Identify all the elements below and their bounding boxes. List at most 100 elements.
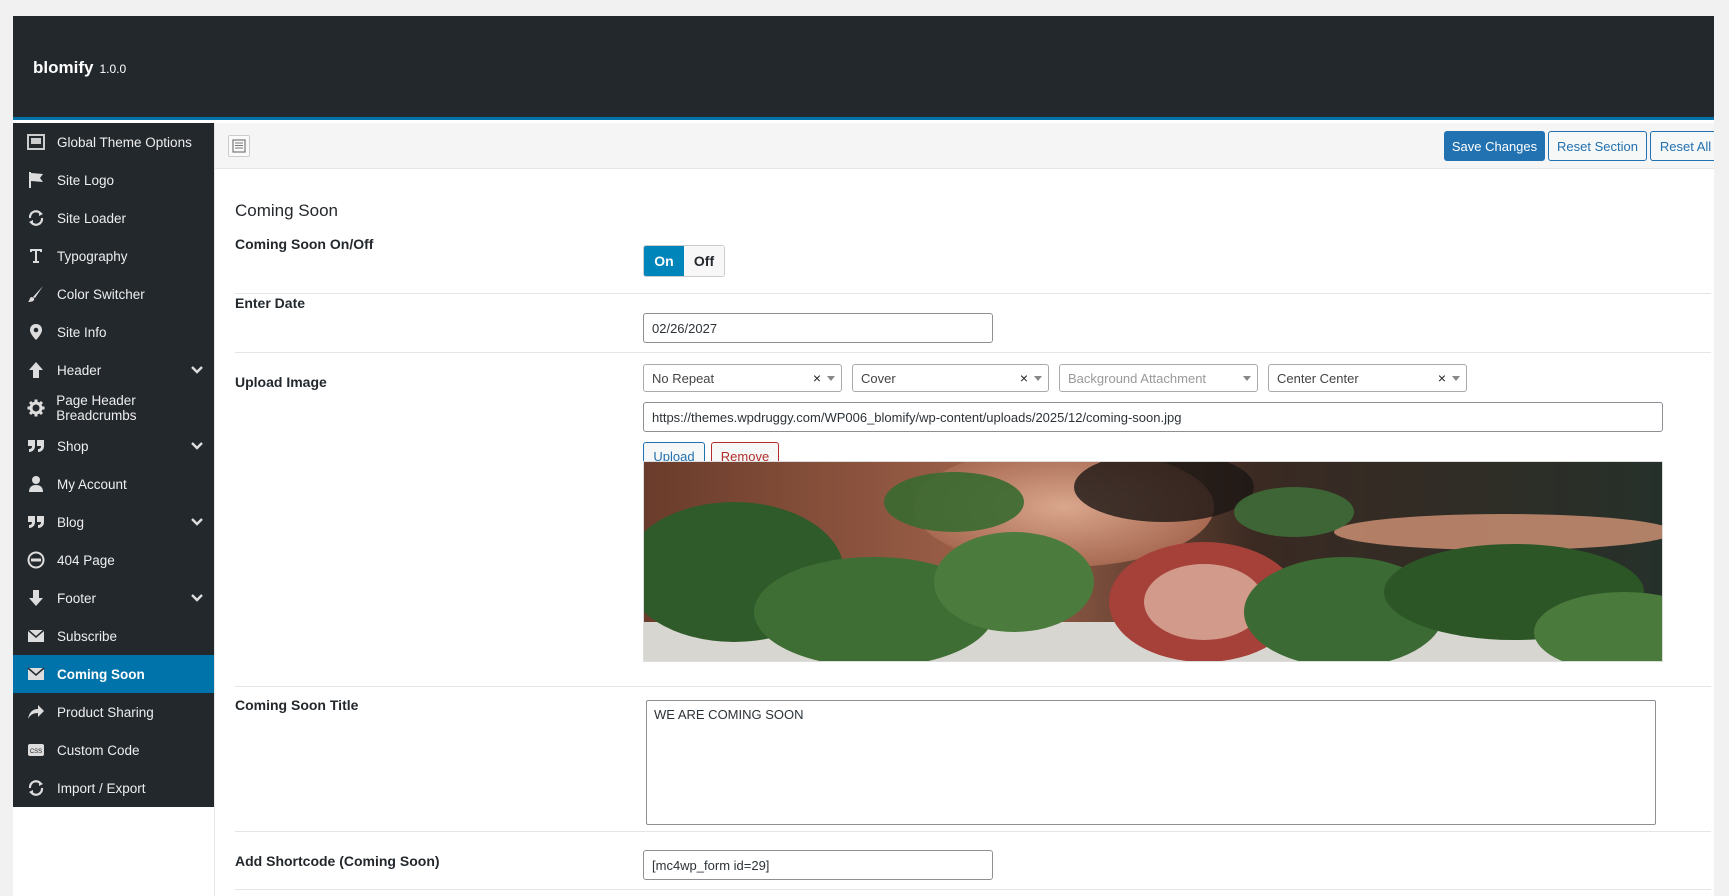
sidebar-item-import-export[interactable]: Import / Export [13, 769, 214, 807]
arrow-up-icon [25, 359, 47, 381]
sidebar-item-custom-code[interactable]: CSS Custom Code [13, 731, 214, 769]
title-label: Coming Soon Title [235, 697, 359, 713]
coming-soon-title-textarea[interactable]: WE ARE COMING SOON [646, 700, 1656, 825]
sidebar-item-page-header-breadcrumbs[interactable]: Page Header Breadcrumbs [13, 389, 214, 427]
share-icon [25, 701, 47, 723]
sidebar-item-label: Custom Code [57, 742, 140, 758]
section-title: Coming Soon [235, 201, 339, 220]
sidebar-item-404-page[interactable]: 404 Page [13, 541, 214, 579]
shortcode-input[interactable]: [mc4wp_form id=29] [643, 850, 993, 880]
sidebar-item-label: Site Logo [57, 172, 115, 188]
sidebar-item-label: Blog [57, 514, 85, 530]
sidebar-item-label: Subscribe [57, 628, 118, 644]
gear-icon [25, 397, 46, 419]
dropdown-arrow-icon [1243, 376, 1251, 381]
size-select[interactable]: Cover × [852, 364, 1049, 392]
minus-circle-icon [25, 549, 47, 571]
layout-icon [25, 131, 47, 153]
sidebar-item-coming-soon[interactable]: Coming Soon [13, 655, 214, 693]
chevron-down-icon[interactable] [190, 363, 204, 378]
css-icon: CSS [25, 739, 47, 761]
envelope-icon [25, 625, 47, 647]
sidebar-item-subscribe[interactable]: Subscribe [13, 617, 214, 655]
coming-soon-image [644, 462, 1662, 661]
attachment-placeholder: Background Attachment [1068, 370, 1207, 386]
position-value: Center Center [1277, 370, 1359, 386]
divider [235, 352, 1711, 353]
sidebar-item-typography[interactable]: Typography [13, 237, 214, 275]
repeat-select[interactable]: No Repeat × [643, 364, 842, 392]
chevron-down-icon[interactable] [190, 591, 204, 606]
dropdown-arrow-icon [1452, 376, 1460, 381]
size-value: Cover [861, 370, 896, 386]
sidebar-item-label: Footer [57, 590, 97, 606]
sidebar-item-label: Site Loader [57, 210, 127, 226]
quote-icon [25, 435, 47, 457]
refresh-icon [25, 777, 47, 799]
sidebar-item-label: 404 Page [57, 552, 115, 568]
image-preview [643, 461, 1663, 662]
position-select[interactable]: Center Center × [1268, 364, 1467, 392]
text-icon [25, 245, 47, 267]
attachment-select[interactable]: Background Attachment [1059, 364, 1258, 392]
brush-icon [25, 283, 47, 305]
sidebar-item-header[interactable]: Header [13, 351, 214, 389]
sidebar-item-label: Color Switcher [57, 286, 145, 302]
sidebar-item-label: Product Sharing [57, 704, 154, 720]
brand: blomify 1.0.0 [33, 58, 126, 78]
sidebar-item-color-switcher[interactable]: Color Switcher [13, 275, 214, 313]
sidebar-item-global-theme-options[interactable]: Global Theme Options [13, 123, 214, 161]
envelope-icon [25, 663, 47, 685]
sidebar-item-product-sharing[interactable]: Product Sharing [13, 693, 214, 731]
clear-icon[interactable]: × [1020, 370, 1028, 386]
sidebar-item-label: Site Info [57, 324, 107, 340]
quote-icon [25, 511, 47, 533]
topbar: blomify 1.0.0 [13, 16, 1714, 120]
refresh-icon [25, 207, 47, 229]
main-content: Save Changes Reset Section Reset All Com… [214, 123, 1714, 896]
location-pin-icon [25, 321, 47, 343]
clear-icon[interactable]: × [813, 370, 821, 386]
sidebar-item-footer[interactable]: Footer [13, 579, 214, 617]
reset-all-button[interactable]: Reset All [1650, 131, 1714, 161]
arrow-down-icon [25, 587, 47, 609]
sidebar-item-shop[interactable]: Shop [13, 427, 214, 465]
sidebar-item-label: Shop [57, 438, 89, 454]
sidebar-item-site-loader[interactable]: Site Loader [13, 199, 214, 237]
divider [235, 293, 1711, 294]
toggle-off-button[interactable]: Off [684, 246, 724, 276]
sidebar-item-label: Import / Export [57, 780, 146, 796]
sidebar-item-label: Page Header Breadcrumbs [56, 393, 137, 423]
toggle-label: Coming Soon On/Off [235, 236, 374, 252]
sidebar-item-label: Global Theme Options [57, 134, 192, 150]
date-label: Enter Date [235, 295, 306, 311]
flag-icon [25, 169, 47, 191]
sidebar-item-site-logo[interactable]: Site Logo [13, 161, 214, 199]
expand-options-button[interactable] [228, 135, 250, 157]
save-changes-button[interactable]: Save Changes [1444, 131, 1545, 161]
toggle-on-button[interactable]: On [644, 246, 684, 276]
sidebar-item-site-info[interactable]: Site Info [13, 313, 214, 351]
chevron-down-icon[interactable] [190, 515, 204, 530]
sidebar-item-label: Header [57, 362, 102, 378]
app-version: 1.0.0 [99, 62, 127, 76]
toolbar: Save Changes Reset Section Reset All [215, 123, 1714, 169]
list-icon [232, 139, 246, 153]
dropdown-arrow-icon [827, 376, 835, 381]
coming-soon-toggle[interactable]: On Off [643, 245, 725, 277]
divider [235, 831, 1711, 832]
app-name: blomify [33, 58, 94, 77]
image-url-input[interactable]: https://themes.wpdruggy.com/WP006_blomif… [643, 402, 1663, 432]
reset-section-button[interactable]: Reset Section [1548, 131, 1647, 161]
clear-icon[interactable]: × [1438, 370, 1446, 386]
sidebar-item-label: My Account [57, 476, 127, 492]
divider [235, 889, 1711, 890]
divider [235, 686, 1711, 687]
chevron-down-icon[interactable] [190, 439, 204, 454]
shortcode-label: Add Shortcode (Coming Soon) [235, 853, 440, 869]
sidebar-item-label: Coming Soon [57, 666, 145, 682]
sidebar: Global Theme Options Site Logo Site Loader… [13, 123, 214, 807]
sidebar-item-blog[interactable]: Blog [13, 503, 214, 541]
date-input[interactable]: 02/26/2027 [643, 313, 993, 343]
sidebar-item-my-account[interactable]: My Account [13, 465, 214, 503]
